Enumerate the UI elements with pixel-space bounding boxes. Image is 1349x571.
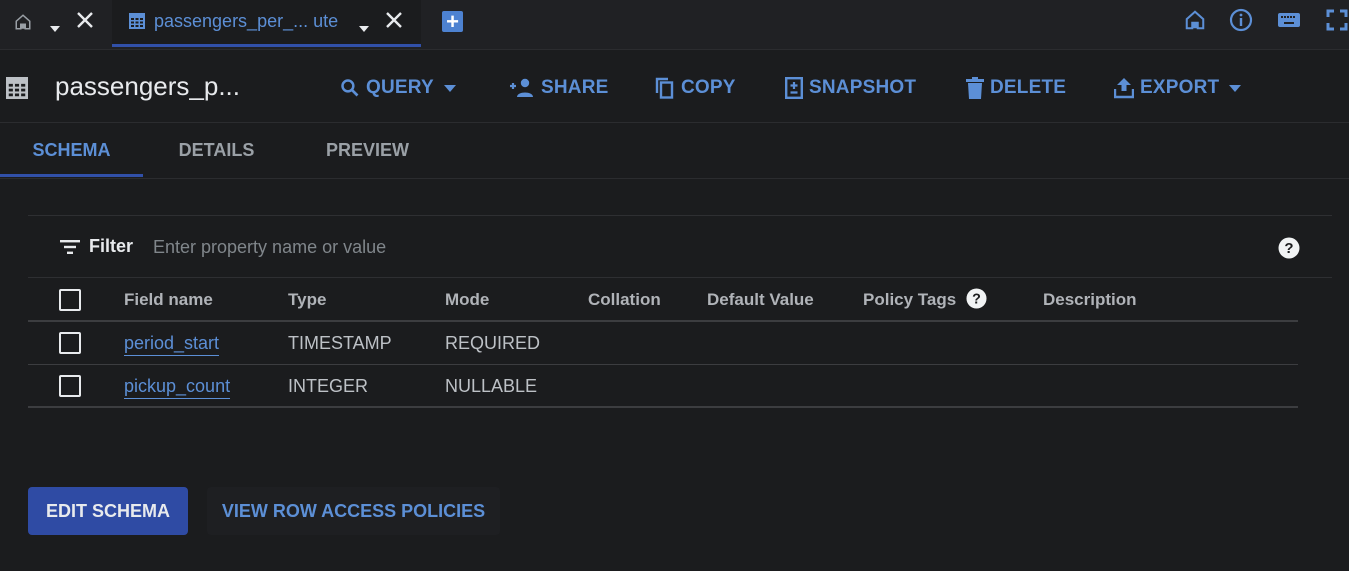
copy-label: COPY	[681, 77, 736, 98]
share-label: SHARE	[541, 77, 609, 98]
export-button[interactable]: EXPORT	[1114, 75, 1247, 101]
field-type: INTEGER	[288, 376, 369, 396]
column-field-name[interactable]: Field name	[124, 290, 213, 310]
info-icon[interactable]	[1229, 8, 1253, 37]
export-label: EXPORT	[1140, 77, 1220, 98]
column-default-value[interactable]: Default Value	[707, 290, 814, 310]
help-icon[interactable]: ?	[1278, 237, 1300, 264]
top-tab-bar: passengers_per_... ute +	[0, 0, 1349, 50]
column-mode[interactable]: Mode	[445, 290, 489, 310]
tab-home[interactable]	[0, 0, 110, 47]
snapshot-button[interactable]: SNAPSHOT	[785, 75, 916, 101]
table-row: pickup_count INTEGER NULLABLE	[28, 365, 1298, 408]
fullscreen-icon[interactable]	[1325, 8, 1349, 37]
svg-text:?: ?	[972, 291, 981, 307]
edit-schema-button[interactable]: EDIT SCHEMA	[28, 487, 188, 535]
filter-icon	[60, 240, 80, 259]
tab-passengers-table[interactable]: passengers_per_... ute	[112, 0, 421, 47]
trash-icon	[966, 77, 984, 99]
table-icon	[6, 77, 28, 104]
column-description[interactable]: Description	[1043, 290, 1137, 310]
export-icon	[1114, 78, 1134, 99]
table-icon	[129, 13, 145, 34]
policy-tags-help-icon[interactable]: ?	[966, 288, 987, 314]
home-icon[interactable]	[1184, 8, 1206, 37]
field-name-link[interactable]: period_start	[124, 333, 220, 356]
table-toolbar: passengers_p... QUERY SHARE COPY SNAPSHO…	[0, 51, 1349, 123]
tab-preview[interactable]: PREVIEW	[290, 124, 445, 177]
field-mode: REQUIRED	[445, 333, 541, 353]
copy-icon	[655, 77, 674, 99]
column-type[interactable]: Type	[288, 290, 326, 310]
snapshot-label: SNAPSHOT	[809, 77, 917, 98]
page-title: passengers_p...	[55, 71, 241, 101]
tab-schema[interactable]: SCHEMA	[0, 124, 143, 177]
svg-text:?: ?	[1284, 240, 1293, 257]
chevron-down-icon	[1229, 84, 1242, 92]
tab-details[interactable]: DETAILS	[143, 124, 290, 177]
chevron-down-icon	[443, 84, 456, 92]
person-add-icon	[510, 78, 533, 97]
snapshot-icon	[785, 77, 803, 99]
row-checkbox[interactable]	[59, 332, 81, 354]
row-checkbox[interactable]	[59, 375, 81, 397]
view-row-access-policies-button[interactable]: VIEW ROW ACCESS POLICIES	[207, 487, 500, 535]
filter-input[interactable]	[153, 234, 1253, 260]
close-icon[interactable]	[76, 11, 94, 34]
search-icon	[341, 79, 359, 97]
field-name-link[interactable]: pickup_count	[124, 376, 231, 399]
field-type: TIMESTAMP	[288, 333, 392, 353]
column-policy-tags[interactable]: Policy Tags	[863, 290, 956, 310]
home-icon	[14, 13, 32, 36]
add-tab-button[interactable]: +	[442, 11, 463, 33]
query-label: QUERY	[366, 77, 434, 98]
chevron-down-icon[interactable]	[359, 19, 369, 37]
copy-button[interactable]: COPY	[655, 75, 736, 101]
delete-button[interactable]: DELETE	[966, 75, 1066, 101]
tab-label: passengers_per_... ute	[154, 11, 339, 31]
share-button[interactable]: SHARE	[510, 75, 609, 101]
chevron-down-icon[interactable]	[50, 19, 60, 37]
field-mode: NULLABLE	[445, 376, 538, 396]
table-header: Field name Type Mode Collation Default V…	[28, 278, 1298, 322]
keyboard-icon[interactable]	[1277, 8, 1301, 37]
query-button[interactable]: QUERY	[340, 75, 462, 101]
filter-bar: Filter ?	[28, 216, 1332, 278]
close-icon[interactable]	[385, 11, 403, 34]
select-all-checkbox[interactable]	[59, 289, 81, 311]
table-row: period_start TIMESTAMP REQUIRED	[28, 322, 1298, 365]
delete-label: DELETE	[990, 77, 1067, 98]
detail-tabs: SCHEMA DETAILS PREVIEW	[0, 124, 1349, 179]
filter-label: Filter	[89, 236, 134, 256]
schema-panel: Filter ? Field name Type Mode Collation …	[28, 215, 1332, 409]
column-collation[interactable]: Collation	[588, 290, 661, 310]
